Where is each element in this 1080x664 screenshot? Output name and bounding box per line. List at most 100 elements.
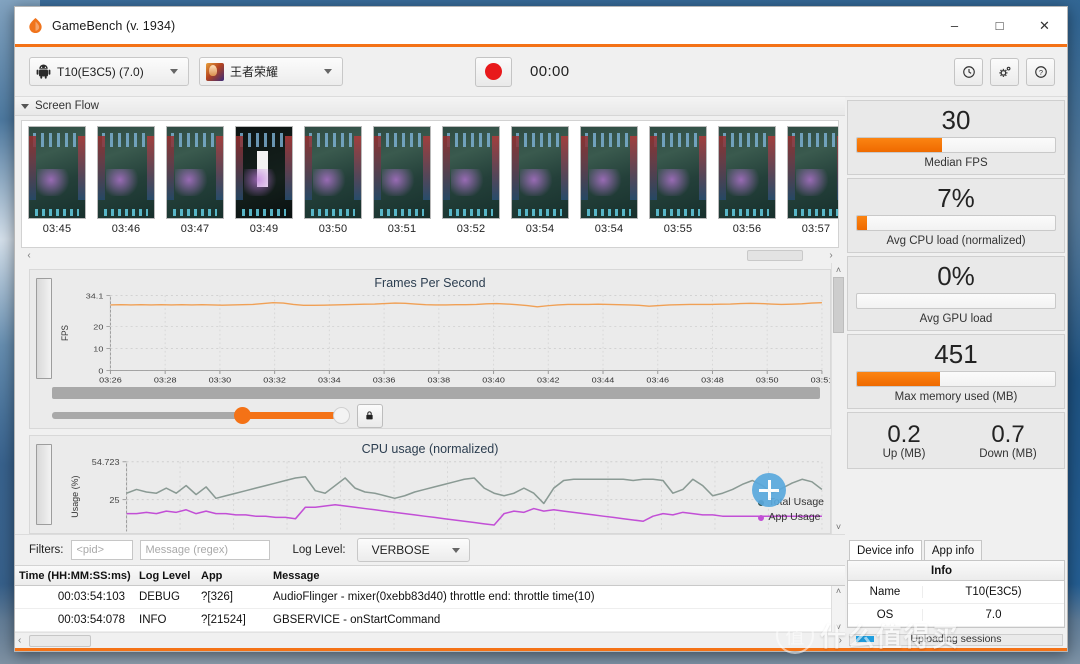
thumbnail-image: [235, 126, 293, 220]
device-info-table: Info Name T10(E3C5) OS 7.0: [847, 560, 1065, 628]
svg-text:03:44: 03:44: [592, 375, 615, 384]
thumbnail-image: [28, 126, 86, 220]
chevron-down-icon: [170, 69, 178, 74]
record-button[interactable]: [475, 56, 512, 87]
svg-text:03:40: 03:40: [482, 375, 505, 384]
median-fps-caption: Median FPS: [924, 157, 988, 169]
charts-region: Frames Per Second 0 10 20 34.1 03:26 03:28 03:…: [15, 262, 845, 534]
slider-handle-right[interactable]: [332, 407, 350, 425]
android-robot-icon: [36, 64, 51, 79]
screen-flow-thumbnail[interactable]: 03:54: [577, 126, 641, 235]
message-filter-input[interactable]: Message (regex): [139, 540, 270, 560]
svg-text:03:36: 03:36: [373, 375, 396, 384]
screen-flow-scrollbar[interactable]: ‹ ›: [21, 248, 839, 262]
screen-flow-header[interactable]: Screen Flow: [15, 97, 845, 117]
cpu-chart-grip[interactable]: [36, 443, 52, 525]
help-button[interactable]: ?: [1026, 57, 1055, 86]
scroll-down-icon[interactable]: ˅: [836, 522, 841, 532]
app-selector-label: 王者荣耀: [230, 65, 279, 79]
fps-chart-grip[interactable]: [36, 277, 52, 380]
screen-flow-thumbnail[interactable]: 03:46: [94, 126, 158, 235]
legend-item-app: App Usage: [757, 510, 824, 525]
thumbnail-time: 03:56: [732, 223, 762, 236]
tab-device-info[interactable]: Device info: [849, 540, 922, 560]
legend-swatch: [757, 514, 764, 521]
log-row[interactable]: 00:03:54:078 INFO ?[21524] GBSERVICE - onSt…: [15, 609, 831, 632]
max-memory-used-card: 451 Max memory used (MB): [847, 334, 1065, 409]
chevron-down-icon: [21, 103, 29, 109]
scroll-left-icon[interactable]: ‹: [18, 635, 21, 646]
close-button[interactable]: ✕: [1022, 7, 1067, 44]
screen-flow-thumbnail[interactable]: 03:57: [784, 126, 838, 235]
svg-text:03:50: 03:50: [756, 375, 779, 384]
screen-flow-thumbnail[interactable]: 03:50: [301, 126, 365, 235]
max-memory-used-caption: Max memory used (MB): [894, 391, 1018, 403]
slider-handle-left[interactable]: [234, 407, 251, 425]
info-row: OS 7.0: [848, 604, 1064, 627]
thumbnail-time: 03:55: [663, 223, 693, 236]
log-horizontal-scrollbar[interactable]: ‹ ›: [15, 632, 845, 648]
screen-flow-thumbnail[interactable]: 03:56: [715, 126, 779, 235]
scroll-left-icon[interactable]: ‹: [23, 250, 35, 261]
log-vertical-scrollbar[interactable]: ˄ ˅: [831, 586, 845, 632]
legend-label: App Usage: [768, 511, 821, 523]
svg-text:?: ?: [1038, 67, 1042, 76]
record-controls: 00:00: [475, 47, 570, 96]
scroll-thumb[interactable]: [747, 249, 803, 261]
settings-button[interactable]: [990, 57, 1019, 86]
thumbnail-image: [511, 126, 569, 220]
screen-flow-thumbnail[interactable]: 03:51: [370, 126, 434, 235]
device-selector[interactable]: T10(E3C5) (7.0): [29, 57, 189, 86]
log-message: AudioFlinger - mixer(0xebb83d40) throttl…: [273, 591, 595, 603]
info-value: 7.0: [985, 609, 1002, 621]
screen-flow-thumbnail[interactable]: 03:47: [163, 126, 227, 235]
column-header-message: Message: [273, 569, 320, 582]
tab-app-info[interactable]: App info: [923, 540, 983, 560]
screen-flow-thumbnail[interactable]: 03:52: [439, 126, 503, 235]
log-table-header: Time (HH:MM:SS:ms) Log Level App Message: [15, 565, 845, 586]
minimize-button[interactable]: –: [932, 7, 977, 44]
thumbnail-time: 03:51: [387, 223, 417, 236]
screen-flow-thumbnail[interactable]: 03:55: [646, 126, 710, 235]
slider-track-active[interactable]: [247, 412, 336, 420]
fps-range-slider[interactable]: [30, 403, 830, 428]
log-app: ?[326]: [201, 591, 233, 603]
record-dot-icon: [485, 63, 502, 80]
thumbnail-image: [97, 126, 155, 220]
log-level-value: VERBOSE: [371, 543, 430, 557]
screen-flow-thumbnail[interactable]: 03:45: [25, 126, 89, 235]
log-row[interactable]: 00:03:54:103 DEBUG ?[326] AudioFlinger - mi…: [15, 586, 831, 609]
charts-vertical-scrollbar[interactable]: ˄ ˅: [831, 262, 845, 534]
log-table-rows[interactable]: 00:03:54:103 DEBUG ?[326] AudioFlinger - mi…: [15, 586, 831, 632]
log-level-select[interactable]: VERBOSE: [356, 538, 470, 562]
scroll-up-icon[interactable]: ˄: [836, 265, 841, 275]
stat-cards: 30 Median FPS 7% Avg CPU load (normalized) 0…: [847, 97, 1065, 409]
scroll-up-icon[interactable]: ˄: [836, 586, 841, 596]
fps-chart-hscroll[interactable]: [52, 387, 820, 399]
scroll-thumb[interactable]: [833, 276, 844, 333]
svg-text:03:48: 03:48: [701, 375, 724, 384]
svg-text:03:30: 03:30: [209, 375, 232, 384]
screen-flow-thumbnail-strip[interactable]: 03:45 03:46 03:47 03:49 03:50 03:51 03:52 03:54…: [21, 120, 839, 249]
plus-circle-icon[interactable]: [752, 473, 786, 507]
history-button[interactable]: [954, 57, 983, 86]
game-app-icon: [206, 62, 224, 81]
scroll-right-icon[interactable]: ›: [839, 635, 842, 646]
network-up-caption: Up (MB): [882, 448, 926, 460]
screen-flow-thumbnail[interactable]: 03:49: [232, 126, 296, 235]
app-selector[interactable]: 王者荣耀: [199, 57, 343, 86]
info-row: Name T10(E3C5): [848, 581, 1064, 604]
pid-filter-input[interactable]: <pid>: [70, 540, 133, 560]
slider-track-inactive[interactable]: [52, 412, 238, 420]
info-key: Name: [848, 586, 923, 598]
scroll-right-icon[interactable]: ›: [825, 250, 837, 261]
thumbnail-image: [304, 126, 362, 220]
lock-button[interactable]: [356, 403, 383, 428]
svg-text:03:46: 03:46: [646, 375, 669, 384]
scroll-down-icon[interactable]: ˅: [836, 622, 841, 632]
maximize-button[interactable]: □: [977, 7, 1022, 44]
scroll-thumb[interactable]: [29, 634, 92, 647]
screen-flow-thumbnail[interactable]: 03:54: [508, 126, 572, 235]
log-table-pane: 00:03:54:103 DEBUG ?[326] AudioFlinger - mi…: [15, 586, 845, 632]
thumbnail-time: 03:45: [42, 223, 72, 236]
